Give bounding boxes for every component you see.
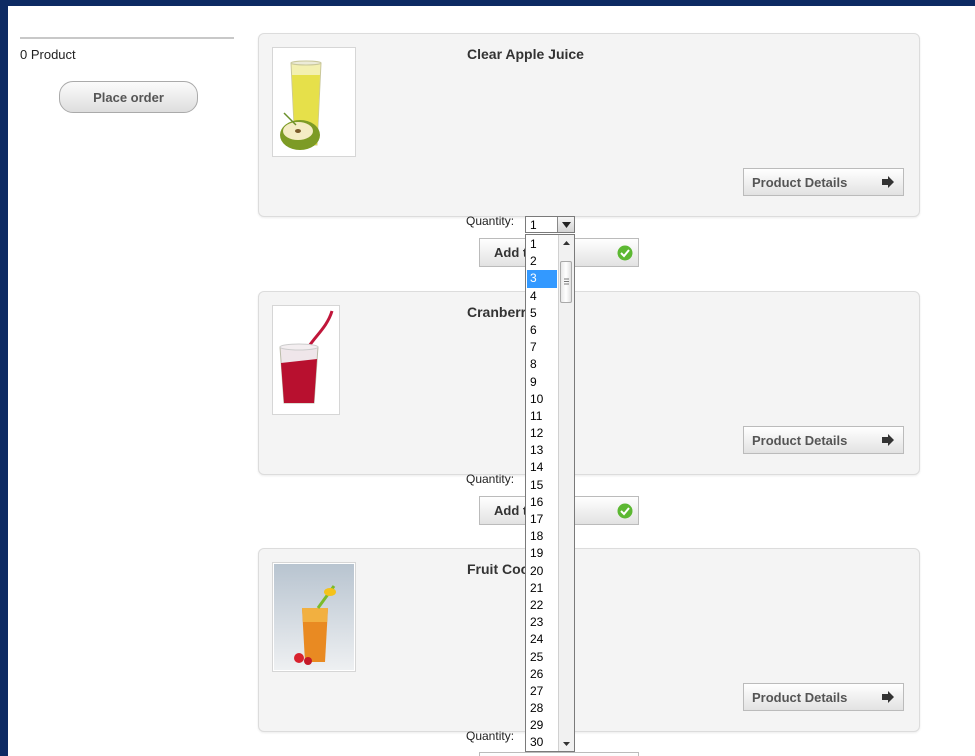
quantity-option[interactable]: 17 <box>527 511 557 528</box>
quantity-option[interactable]: 24 <box>527 631 557 648</box>
product-details-button[interactable]: Product Details <box>743 168 904 196</box>
add-to-cart-button[interactable] <box>479 752 639 756</box>
quantity-option[interactable]: 19 <box>527 545 557 562</box>
quantity-option[interactable]: 28 <box>527 700 557 717</box>
quantity-option[interactable]: 14 <box>527 459 557 476</box>
quantity-option[interactable]: 2 <box>527 253 557 270</box>
quantity-option[interactable]: 1 <box>527 236 557 253</box>
chevron-down-icon[interactable] <box>557 217 574 232</box>
product-image-fruit-cocktail <box>272 562 356 672</box>
place-order-button[interactable]: Place order <box>59 81 198 113</box>
product-details-label: Product Details <box>752 432 848 448</box>
quantity-option[interactable]: 15 <box>527 477 557 494</box>
product-details-label: Product Details <box>752 689 848 705</box>
quantity-option[interactable]: 16 <box>527 494 557 511</box>
quantity-option[interactable]: 18 <box>527 528 557 545</box>
shop-page: 0 Product Place order Clear Apple Juice … <box>8 6 975 756</box>
arrow-right-icon <box>882 691 894 703</box>
quantity-option[interactable]: 4 <box>527 288 557 305</box>
product-image-cranberry-juice <box>272 305 340 415</box>
cart-count: 0 Product <box>20 47 76 62</box>
quantity-option[interactable]: 11 <box>527 408 557 425</box>
dropdown-scrollbar[interactable] <box>558 235 574 751</box>
arrow-right-icon <box>882 434 894 446</box>
quantity-option[interactable]: 13 <box>527 442 557 459</box>
quantity-option[interactable]: 6 <box>527 322 557 339</box>
scroll-grip-icon <box>564 278 569 285</box>
product-title: Clear Apple Juice <box>467 46 584 62</box>
quantity-select[interactable]: 1 <box>525 216 575 233</box>
product-card-cranberry: Cranberry Juice Product Details <box>258 291 920 475</box>
quantity-option[interactable]: 5 <box>527 305 557 322</box>
quantity-option[interactable]: 27 <box>527 683 557 700</box>
product-card-fruit-cocktail: Fruit Cocktail Product Details <box>258 548 920 732</box>
checkmark-icon <box>617 503 633 519</box>
product-details-button[interactable]: Product Details <box>743 426 904 454</box>
quantity-option[interactable]: 8 <box>527 356 557 373</box>
quantity-label: Quantity: <box>466 214 515 228</box>
product-details-label: Product Details <box>752 174 848 190</box>
product-image-apple-juice <box>272 47 356 157</box>
quantity-option[interactable]: 26 <box>527 666 557 683</box>
scroll-up-icon[interactable] <box>559 235 574 250</box>
quantity-option[interactable]: 22 <box>527 597 557 614</box>
quantity-option[interactable]: 25 <box>527 649 557 666</box>
quantity-option[interactable]: 30 <box>527 734 557 751</box>
quantity-option[interactable]: 21 <box>527 580 557 597</box>
sidebar-divider <box>20 37 234 39</box>
quantity-option[interactable]: 7 <box>527 339 557 356</box>
quantity-label: Quantity: <box>466 729 515 743</box>
quantity-option[interactable]: 20 <box>527 563 557 580</box>
quantity-label: Quantity: <box>466 472 515 486</box>
checkmark-icon <box>617 245 633 261</box>
quantity-option[interactable]: 29 <box>527 717 557 734</box>
quantity-option[interactable]: 12 <box>527 425 557 442</box>
quantity-value: 1 <box>530 218 537 232</box>
product-details-button[interactable]: Product Details <box>743 683 904 711</box>
product-card-apple: Clear Apple Juice Product Details <box>258 33 920 217</box>
quantity-dropdown-list[interactable]: 1 2 3 4 5 6 7 8 9 10 11 12 13 14 15 16 17 18 19 20 21 22 23 24 2… <box>525 234 575 752</box>
quantity-options: 1 2 3 4 5 6 7 8 9 10 11 12 13 14 15 16 17 18 19 20 21 22 23 24 2… <box>527 236 557 751</box>
quantity-option[interactable]: 3 <box>527 270 557 288</box>
quantity-option[interactable]: 10 <box>527 391 557 408</box>
quantity-option[interactable]: 9 <box>527 374 557 391</box>
scrollbar-thumb[interactable] <box>560 261 572 303</box>
scroll-down-icon[interactable] <box>559 736 574 751</box>
quantity-option[interactable]: 23 <box>527 614 557 631</box>
arrow-right-icon <box>882 176 894 188</box>
